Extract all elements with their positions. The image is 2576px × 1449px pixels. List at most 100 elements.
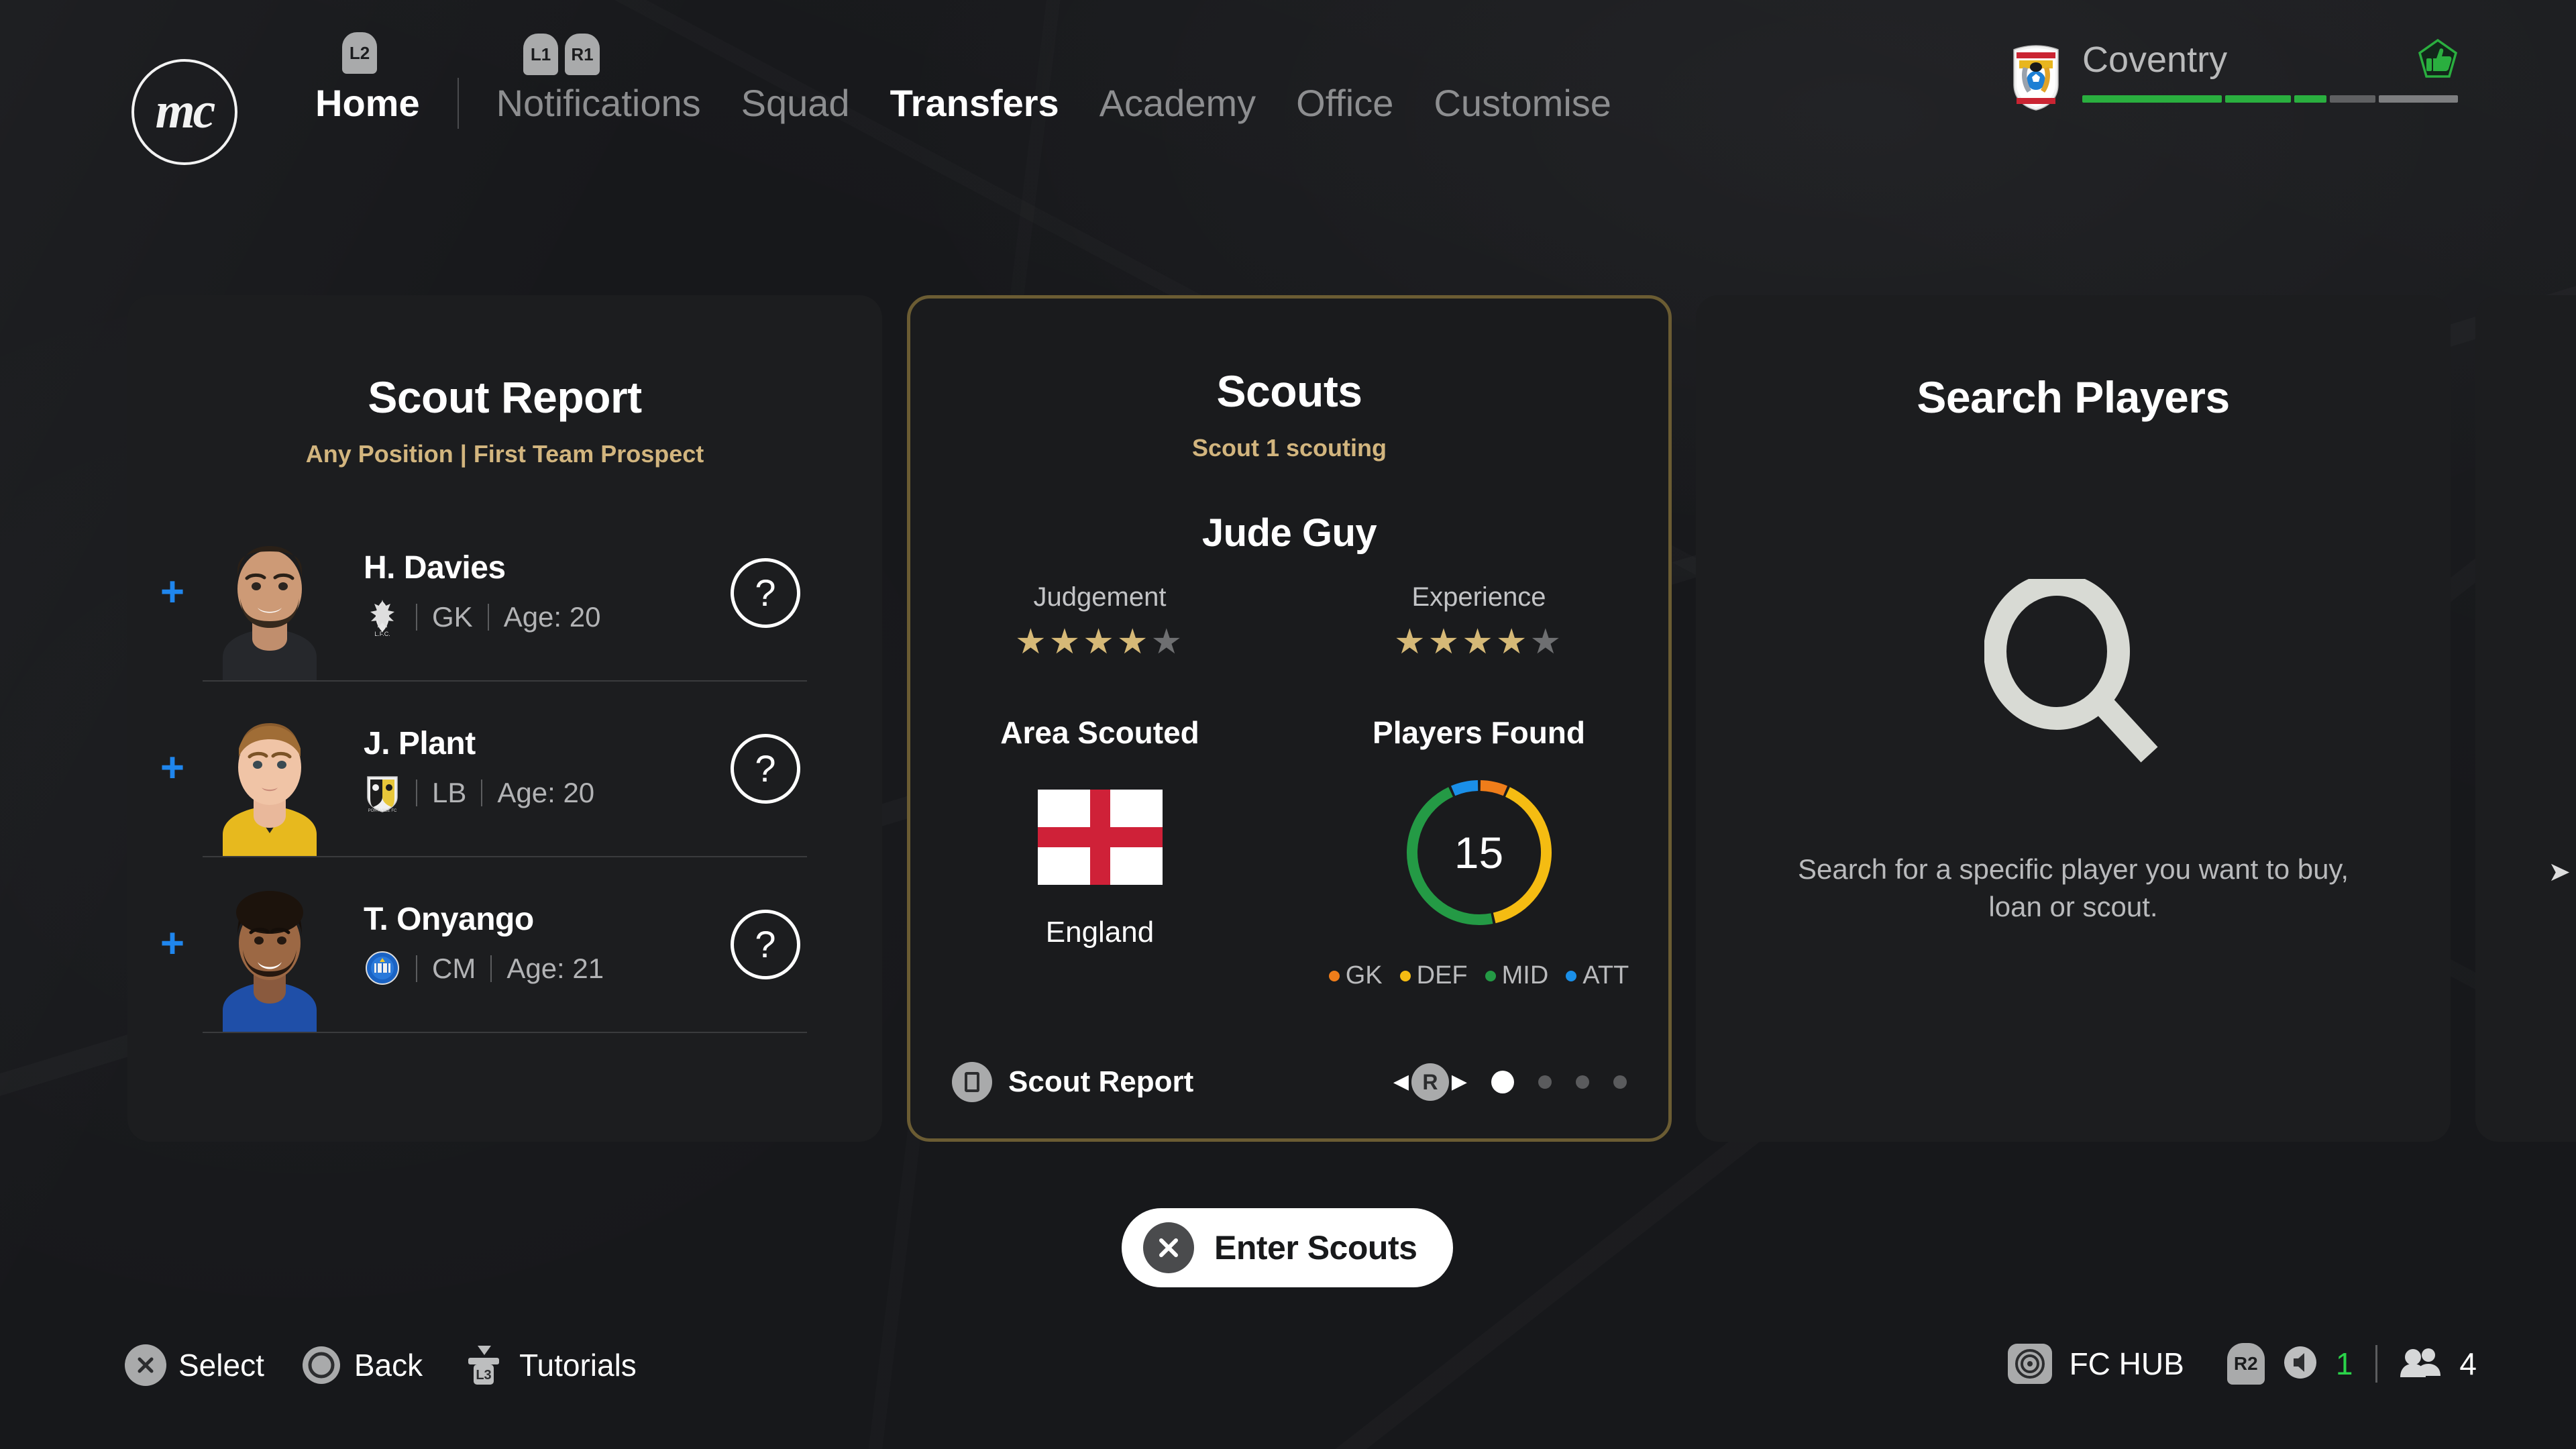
carousel-dot[interactable] — [1576, 1075, 1589, 1089]
bottom-action-bar: Select Back L3 Tutorials FC HUB R2 1 4 — [0, 1307, 2576, 1449]
stockport-badge-icon — [364, 949, 401, 989]
area-scouted-heading: Area Scouted — [1000, 715, 1199, 750]
select-action[interactable]: Select — [125, 1344, 264, 1386]
player-info: T. Onyango CM Age: 21 — [364, 901, 731, 989]
legend-label: ATT — [1582, 961, 1629, 989]
club-bar-segment — [2294, 95, 2326, 103]
legend-label: MID — [1501, 961, 1549, 989]
nav-item-transfers[interactable]: Transfers — [870, 75, 1079, 131]
legend-dot — [1485, 970, 1496, 981]
list-item[interactable]: + — [160, 506, 807, 682]
card-carousel-control[interactable]: ◀ R ▶ — [1393, 1063, 1627, 1101]
rating-label: Experience — [1411, 582, 1546, 612]
legend-label: DEF — [1416, 961, 1468, 989]
club-status-widget[interactable]: Coventry — [2008, 38, 2458, 111]
club-bar-segment — [2330, 95, 2375, 103]
x-button-icon — [125, 1344, 166, 1386]
england-flag-icon — [1037, 790, 1163, 885]
meta-divider — [416, 603, 417, 631]
search-players-card[interactable]: Search Players Search for a specific pla… — [1696, 295, 2451, 1142]
chevron-right-icon[interactable]: ➤ — [2548, 859, 2571, 885]
scout-stats: Area Scouted England Players Found 15 GK… — [910, 714, 1668, 990]
carousel-dot[interactable] — [1613, 1075, 1627, 1089]
magnifier-icon — [1983, 573, 2163, 771]
back-action[interactable]: Back — [301, 1344, 423, 1386]
meta-divider — [481, 779, 483, 806]
player-position: LB — [432, 776, 467, 808]
scouts-subtitle: Scout 1 scouting — [1191, 434, 1387, 462]
rating-judgement: Judgement ★★★★★ — [910, 582, 1289, 659]
fc-hub-label[interactable]: FC HUB — [2070, 1346, 2184, 1382]
scout-report-button[interactable]: Scout Report — [952, 1062, 1193, 1102]
rating-label: Judgement — [1033, 582, 1167, 612]
x-button-icon — [1143, 1222, 1194, 1273]
hint-l1-button[interactable]: L1 — [523, 34, 558, 75]
player-position: GK — [432, 600, 473, 633]
nav-items: Home Notifications Squad Transfers Acade… — [295, 75, 1631, 131]
player-position: CM — [432, 952, 476, 984]
meta-divider — [490, 955, 492, 982]
scouts-card[interactable]: Scouts Scout 1 scouting Jude Guy Judgeme… — [907, 295, 1672, 1142]
chevron-left-icon[interactable]: ◀ — [1393, 1072, 1409, 1092]
next-card-preview[interactable] — [2475, 295, 2576, 1142]
list-item[interactable]: + — [160, 857, 807, 1033]
people-count: 4 — [2459, 1346, 2477, 1381]
nav-item-customise[interactable]: Customise — [1413, 75, 1631, 131]
svg-text:PORT VALE FC: PORT VALE FC — [368, 809, 397, 813]
legend-dot — [1328, 970, 1340, 981]
donut-legend: GK DEF MID ATT — [1328, 961, 1629, 990]
meta-divider — [416, 955, 417, 982]
tutorials-action-label: Tutorials — [519, 1348, 637, 1383]
player-age: Age: 21 — [506, 952, 604, 984]
card-carousel: Scout Report Any Position | First Team P… — [0, 295, 2576, 1147]
hint-l2-button[interactable]: L2 — [342, 32, 377, 74]
hint-r1-button[interactable]: R1 — [565, 34, 600, 75]
svg-text:L.F.C.: L.F.C. — [374, 631, 390, 637]
player-age: Age: 20 — [497, 776, 595, 808]
nav-divider — [457, 78, 459, 129]
player-info: H. Davies L.F.C. GK Age: 20 — [364, 549, 731, 637]
fc-hub-target-icon[interactable] — [2007, 1344, 2052, 1384]
svg-text:L3: L3 — [476, 1368, 491, 1383]
nav-item-home[interactable]: Home — [295, 75, 440, 131]
question-mark-icon[interactable]: ? — [731, 734, 800, 804]
club-logo-text: mc — [155, 83, 216, 139]
plus-icon[interactable]: + — [157, 747, 188, 789]
legend-dot — [1399, 970, 1411, 981]
question-mark-icon[interactable]: ? — [731, 910, 800, 979]
speaker-icon[interactable] — [2282, 1344, 2318, 1384]
plus-icon[interactable]: + — [157, 572, 188, 613]
hint-r2-button[interactable]: R2 — [2226, 1343, 2265, 1385]
l3-stick-icon: L3 — [459, 1343, 507, 1387]
circle-button-icon — [301, 1344, 342, 1386]
plus-icon[interactable]: + — [157, 923, 188, 965]
area-scouted-country: England — [1045, 916, 1155, 949]
scout-ratings: Judgement ★★★★★ Experience ★★★★★ — [910, 582, 1668, 659]
enter-scouts-button[interactable]: Enter Scouts — [1122, 1208, 1453, 1287]
nav-item-academy[interactable]: Academy — [1079, 75, 1276, 131]
player-info: J. Plant PORT VALE FC LB Age: 20 — [364, 725, 731, 813]
question-mark-icon[interactable]: ? — [731, 558, 800, 628]
rating-stars: ★★★★★ — [1393, 623, 1564, 661]
carousel-dots — [1491, 1071, 1627, 1093]
volume-value: 1 — [2335, 1346, 2353, 1381]
carousel-dot[interactable] — [1491, 1071, 1514, 1093]
nav-item-notifications[interactable]: Notifications — [476, 75, 721, 131]
club-bar-segment — [2082, 95, 2222, 103]
scout-report-card[interactable]: Scout Report Any Position | First Team P… — [127, 295, 882, 1142]
club-info: Coventry — [2082, 38, 2458, 103]
players-found-block: Players Found 15 GK DEF MID ATT — [1289, 714, 1668, 990]
nav-item-squad[interactable]: Squad — [721, 75, 870, 131]
nav-item-office[interactable]: Office — [1276, 75, 1413, 131]
select-action-label: Select — [178, 1348, 264, 1383]
tutorials-action[interactable]: L3 Tutorials — [459, 1343, 637, 1387]
carousel-dot[interactable] — [1538, 1075, 1552, 1089]
scouts-card-footer: Scout Report ◀ R ▶ — [910, 1062, 1668, 1102]
meta-divider — [416, 779, 417, 806]
enter-scouts-label: Enter Scouts — [1214, 1229, 1417, 1267]
search-players-description: Search for a specific player you want to… — [1798, 853, 2349, 922]
chevron-right-icon[interactable]: ▶ — [1452, 1072, 1467, 1092]
area-scouted-block: Area Scouted England — [910, 714, 1289, 990]
bottom-bar-divider — [2375, 1345, 2378, 1383]
list-item[interactable]: + — [160, 682, 807, 857]
